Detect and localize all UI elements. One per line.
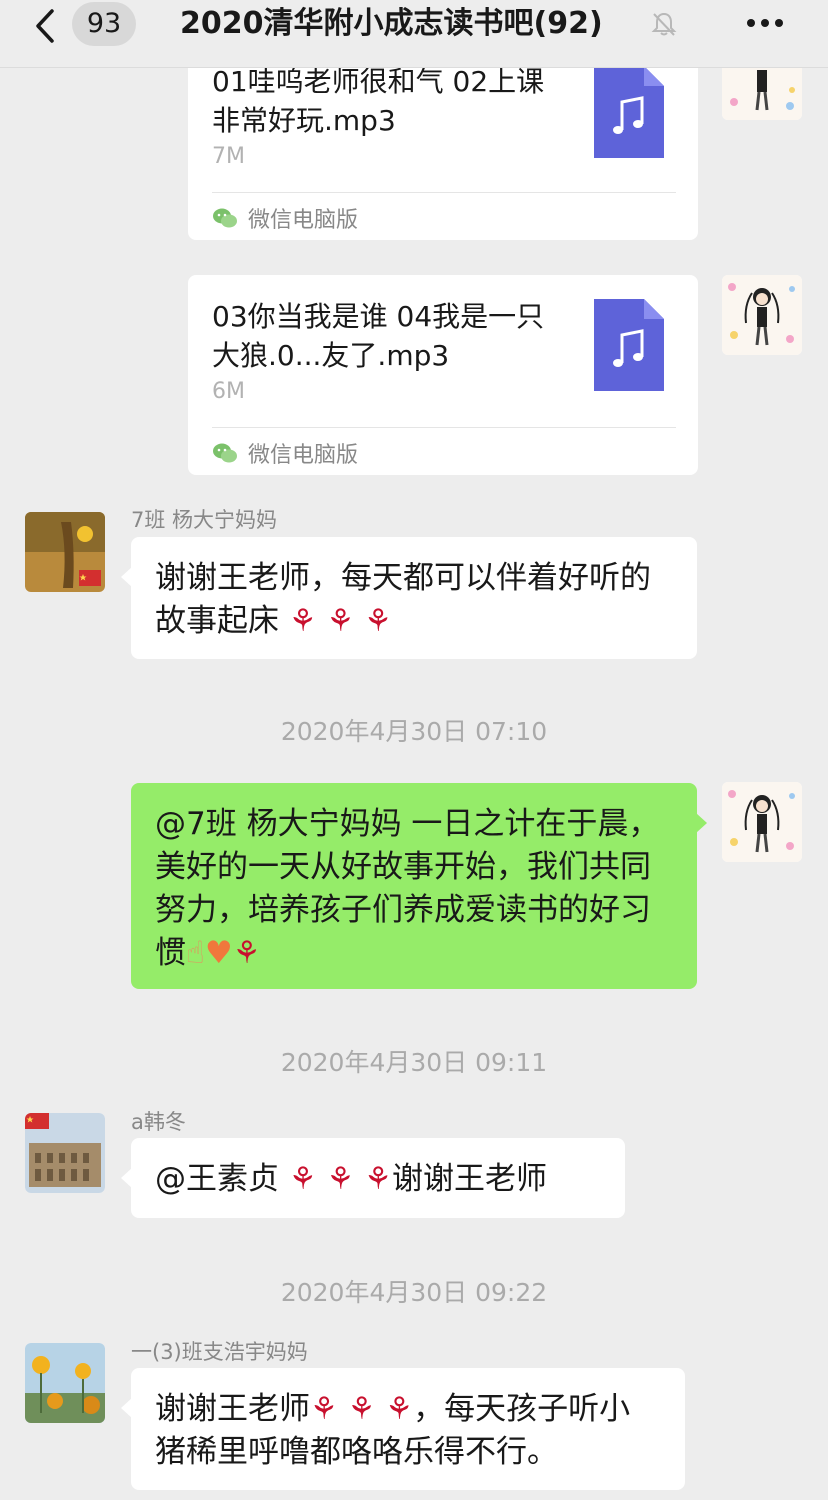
file-source: 微信电脑版 (212, 437, 358, 469)
rose-emoji: ⚘ ⚘ ⚘ (288, 603, 392, 639)
file-name: 03你当我是谁 04我是一只大狼.0...友了.mp3 (212, 300, 545, 372)
message-text: @王素贞 (155, 1161, 289, 1197)
rose-emoji: ⚘ (232, 935, 261, 971)
file-message-1[interactable]: 01哇呜老师很和气 02上课非常好玩.mp3 7M 微信电脑版 (188, 40, 698, 240)
sender-avatar[interactable] (25, 1113, 105, 1193)
file-size: 7M (212, 144, 245, 169)
chat-header: 93 2020清华附小成志读书吧(92) (0, 0, 828, 68)
message-text: 谢谢王老师 (391, 1161, 547, 1197)
message-text: 谢谢王老师，每天都可以伴着好听的故事起床 (155, 560, 651, 639)
timestamp: 2020年4月30日 09:11 (280, 1048, 548, 1077)
file-source-label: 微信电脑版 (248, 443, 359, 468)
sender-avatar[interactable] (25, 1343, 105, 1423)
my-avatar[interactable] (722, 782, 802, 862)
rose-emoji: ⚘ ⚘ ⚘ (288, 1161, 392, 1197)
file-source-label: 微信电脑版 (248, 208, 359, 233)
message-bubble-sent[interactable]: @7班 杨大宁妈妈 一日之计在于晨，美好的一天从好故事开始，我们共同努力，培养孩… (131, 783, 707, 989)
mute-bell-icon (650, 10, 678, 38)
my-avatar[interactable] (722, 275, 802, 355)
sender-name: a韩冬 (131, 1110, 186, 1134)
rose-emoji: ⚘ ⚘ ⚘ (310, 1391, 414, 1427)
chat-title: 2020清华附小成志读书吧(92) (180, 6, 603, 41)
more-icon[interactable] (745, 8, 785, 38)
file-source: 微信电脑版 (212, 202, 358, 234)
wechat-icon (213, 443, 237, 463)
divider (212, 427, 676, 428)
music-file-icon (594, 299, 664, 391)
unread-badge[interactable]: 93 (72, 2, 136, 46)
timestamp: 2020年4月30日 09:22 (280, 1278, 548, 1307)
timestamp: 2020年4月30日 07:10 (280, 717, 548, 746)
sender-name: 一(3)班支浩宇妈妈 (131, 1340, 308, 1364)
file-size: 6M (212, 379, 245, 404)
divider (212, 192, 676, 193)
file-message-2[interactable]: 03你当我是谁 04我是一只大狼.0...友了.mp3 6M 微信电脑版 (188, 275, 698, 475)
message-text: 谢谢王老师 (155, 1391, 310, 1427)
sender-name: 7班 杨大宁妈妈 (131, 508, 278, 532)
message-bubble[interactable]: 谢谢王老师，每天都可以伴着好听的故事起床 ⚘ ⚘ ⚘ (121, 537, 697, 659)
wechat-icon (213, 208, 237, 228)
hand-emoji: ☝ (186, 935, 205, 971)
heart-emoji: ♥ (204, 935, 233, 971)
message-bubble[interactable]: @王素贞 ⚘ ⚘ ⚘ 谢谢王老师 (121, 1138, 625, 1218)
back-arrow-icon[interactable] (28, 8, 68, 44)
file-name: 01哇呜老师很和气 02上课非常好玩.mp3 (212, 65, 545, 137)
music-file-icon (594, 66, 664, 158)
sender-avatar[interactable] (25, 512, 105, 592)
message-bubble[interactable]: 谢谢王老师⚘ ⚘ ⚘，每天孩子听小猪稀里呼噜都咯咯乐得不行。 (121, 1368, 685, 1490)
